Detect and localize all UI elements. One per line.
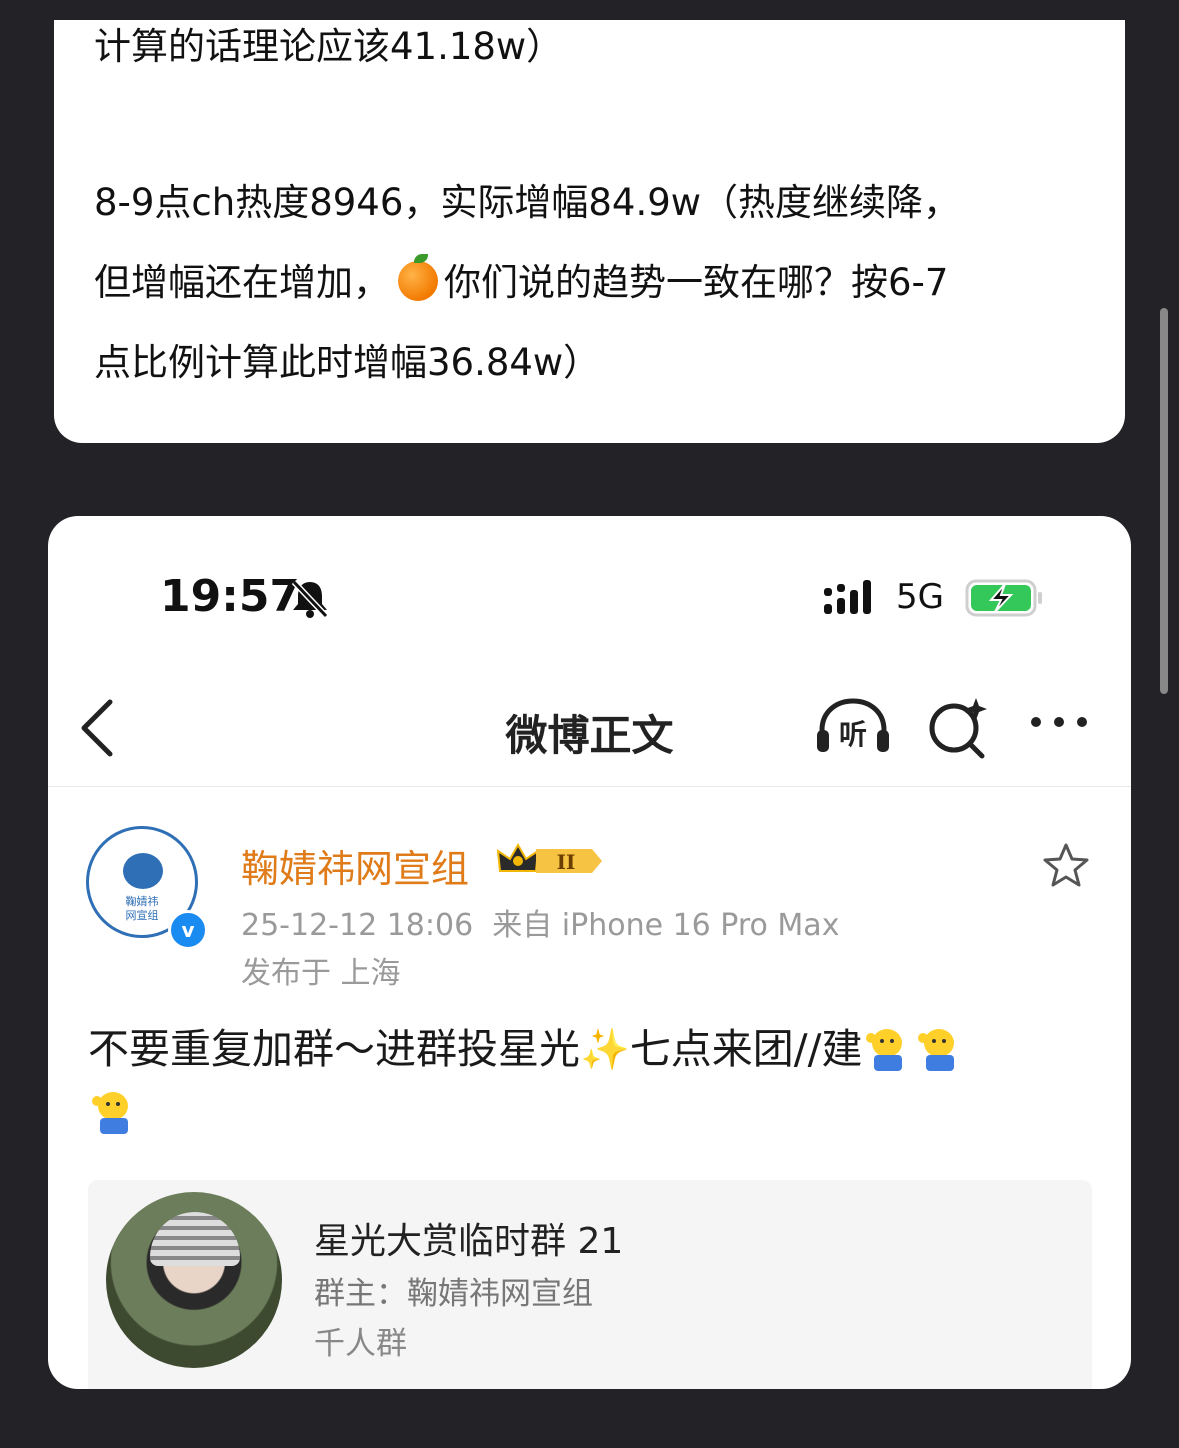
post-text-line-3-a: 但增幅还在增加，	[94, 261, 390, 304]
listen-headphones-icon[interactable]: 听	[814, 696, 892, 758]
post-meta: 25-12-12 18:06 来自 iPhone 16 Pro Max	[241, 900, 839, 944]
post-content-b: 七点来团//建	[629, 1025, 863, 1073]
raise-hand-emoji-icon	[918, 1029, 960, 1071]
network-type: 5G	[896, 577, 944, 617]
post-text-line-3-b: 你们说的趋势一致在哪？按6-7	[444, 261, 949, 304]
battery-charging-icon	[965, 579, 1042, 617]
post-source: 来自 iPhone 16 Pro Max	[492, 908, 840, 943]
group-name: 星光大赏临时群 21	[314, 1221, 624, 1262]
nav-bar: 微博正文 听	[48, 676, 1131, 787]
post-text-line-4: 点比例计算此时增幅36.84w）	[94, 341, 601, 384]
raise-hand-emoji-icon	[92, 1092, 134, 1134]
post-content: 不要重复加群～进群投星光✨七点来团//建	[88, 1018, 1098, 1143]
group-chat-card[interactable]: 星光大赏临时群 21 群主：鞠婧祎网宣组 千人群	[88, 1180, 1092, 1389]
group-avatar	[106, 1192, 282, 1368]
mute-bell-icon	[291, 579, 329, 618]
status-time: 19:57	[160, 571, 301, 622]
post-text-line-1: 计算的话理论应该41.18w）	[94, 25, 564, 68]
scrollbar[interactable]	[1160, 308, 1168, 694]
listen-label: 听	[839, 718, 867, 751]
author-name[interactable]: 鞠婧祎网宣组	[241, 838, 469, 893]
post-text-line-2: 8-9点ch热度8946，实际增幅84.9w（热度继续降，	[94, 181, 961, 224]
verified-badge-icon: v	[168, 910, 208, 950]
post-datetime: 25-12-12 18:06	[241, 908, 474, 943]
post-content-a: 不要重复加群～进群投星光	[88, 1025, 580, 1073]
sparkle-emoji: ✨	[580, 1027, 630, 1073]
post-text-line-3: 但增幅还在增加， 你们说的趋势一致在哪？按6-7	[94, 252, 948, 306]
post-location: 发布于 上海	[241, 956, 401, 991]
smart-search-icon[interactable]	[926, 696, 990, 760]
cellular-signal-icon	[824, 580, 871, 614]
hat-graphic	[150, 1212, 240, 1266]
previous-post-text-card: 计算的话理论应该41.18w） 8-9点ch热度8946，实际增幅84.9w（热…	[54, 20, 1125, 443]
group-type: 千人群	[314, 1326, 407, 1362]
vip-crown-badge-icon[interactable]: II	[496, 841, 606, 881]
raise-hand-emoji-icon	[866, 1029, 908, 1071]
org-logo-icon	[123, 853, 163, 889]
favorite-star-icon[interactable]	[1042, 842, 1090, 888]
weibo-screenshot-card: 19:57 5G 微博正文 听 鞠婧祎 网宣组 v 鞠婧祎网宣组 II 25-1…	[48, 516, 1131, 1389]
more-options-icon[interactable]	[1028, 712, 1090, 732]
badge-level: II	[557, 850, 576, 874]
orange-emoji-icon	[398, 254, 438, 301]
group-owner: 群主：鞠婧祎网宣组	[314, 1276, 593, 1312]
